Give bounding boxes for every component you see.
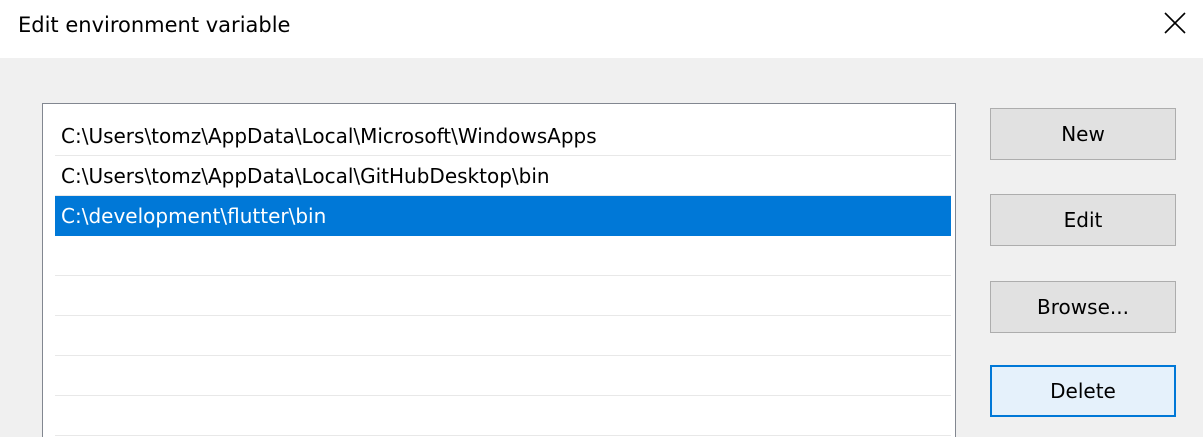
delete-button[interactable]: Delete	[990, 365, 1176, 417]
title-bar: Edit environment variable	[0, 0, 1203, 58]
list-item[interactable]	[55, 396, 951, 436]
list-item[interactable]	[55, 356, 951, 396]
list-item[interactable]	[55, 236, 951, 276]
new-button[interactable]: New	[990, 108, 1176, 160]
list-item[interactable]	[55, 276, 951, 316]
list-item[interactable]	[55, 316, 951, 356]
browse-button[interactable]: Browse...	[990, 281, 1176, 333]
edit-environment-variable-dialog: Edit environment variable C:\Users\tomz\…	[0, 0, 1203, 437]
close-button[interactable]	[1147, 0, 1203, 50]
dialog-client-area: C:\Users\tomz\AppData\Local\Microsoft\Wi…	[0, 58, 1203, 437]
edit-button[interactable]: Edit	[990, 194, 1176, 246]
list-item[interactable]: C:\Users\tomz\AppData\Local\Microsoft\Wi…	[55, 116, 951, 156]
close-icon	[1164, 12, 1186, 34]
dialog-title: Edit environment variable	[18, 13, 291, 37]
list-item-selected[interactable]: C:\development\flutter\bin	[55, 196, 951, 236]
list-item[interactable]: C:\Users\tomz\AppData\Local\GitHubDeskto…	[55, 156, 951, 196]
path-entries-list[interactable]: C:\Users\tomz\AppData\Local\Microsoft\Wi…	[42, 103, 956, 437]
